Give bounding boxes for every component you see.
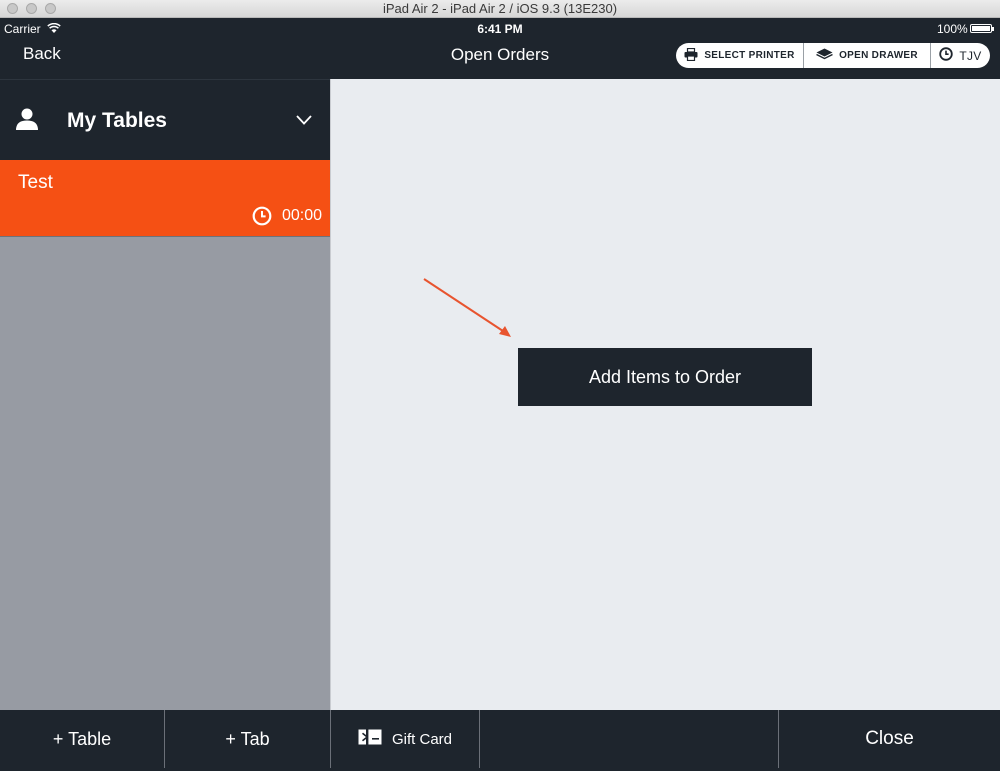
clock-icon xyxy=(939,47,954,64)
select-printer-button[interactable]: SELECT PRINTER xyxy=(676,43,803,68)
status-time: 6:41 PM xyxy=(477,22,523,36)
add-items-to-order-button[interactable]: Add Items to Order xyxy=(518,348,812,406)
pointer-arrow-annotation xyxy=(423,278,511,337)
battery-icon xyxy=(970,24,994,33)
drawer-icon xyxy=(816,48,833,63)
table-timer: 00:00 xyxy=(282,207,323,224)
user-icon xyxy=(15,107,39,136)
close-button[interactable]: Close xyxy=(779,710,1000,768)
gift-card-button[interactable]: Gift Card xyxy=(331,710,479,768)
battery-percent: 100% xyxy=(937,22,968,36)
select-printer-label: SELECT PRINTER xyxy=(704,50,795,61)
toolbar-divider xyxy=(479,710,480,768)
add-table-button[interactable]: + Table xyxy=(0,710,164,768)
printer-icon xyxy=(684,47,698,64)
nav-action-group: SELECT PRINTER OPEN DRAWER TJV xyxy=(676,43,990,68)
simulator-window-title: iPad Air 2 - iPad Air 2 / iOS 9.3 (13E23… xyxy=(382,1,618,16)
open-drawer-label: OPEN DRAWER xyxy=(839,50,918,61)
user-initials: TJV xyxy=(959,48,982,63)
open-drawer-button[interactable]: OPEN DRAWER xyxy=(804,43,930,68)
gift-card-icon xyxy=(358,729,382,749)
user-clock-button[interactable]: TJV xyxy=(931,43,990,68)
tables-header-label: My Tables xyxy=(67,109,167,132)
timer-icon xyxy=(252,206,272,231)
chevron-down-icon[interactable] xyxy=(296,112,312,130)
gift-card-label: Gift Card xyxy=(391,730,452,748)
table-name: Test xyxy=(18,172,53,193)
add-tab-button[interactable]: + Tab xyxy=(165,710,330,768)
tables-list-empty-area xyxy=(0,236,331,710)
